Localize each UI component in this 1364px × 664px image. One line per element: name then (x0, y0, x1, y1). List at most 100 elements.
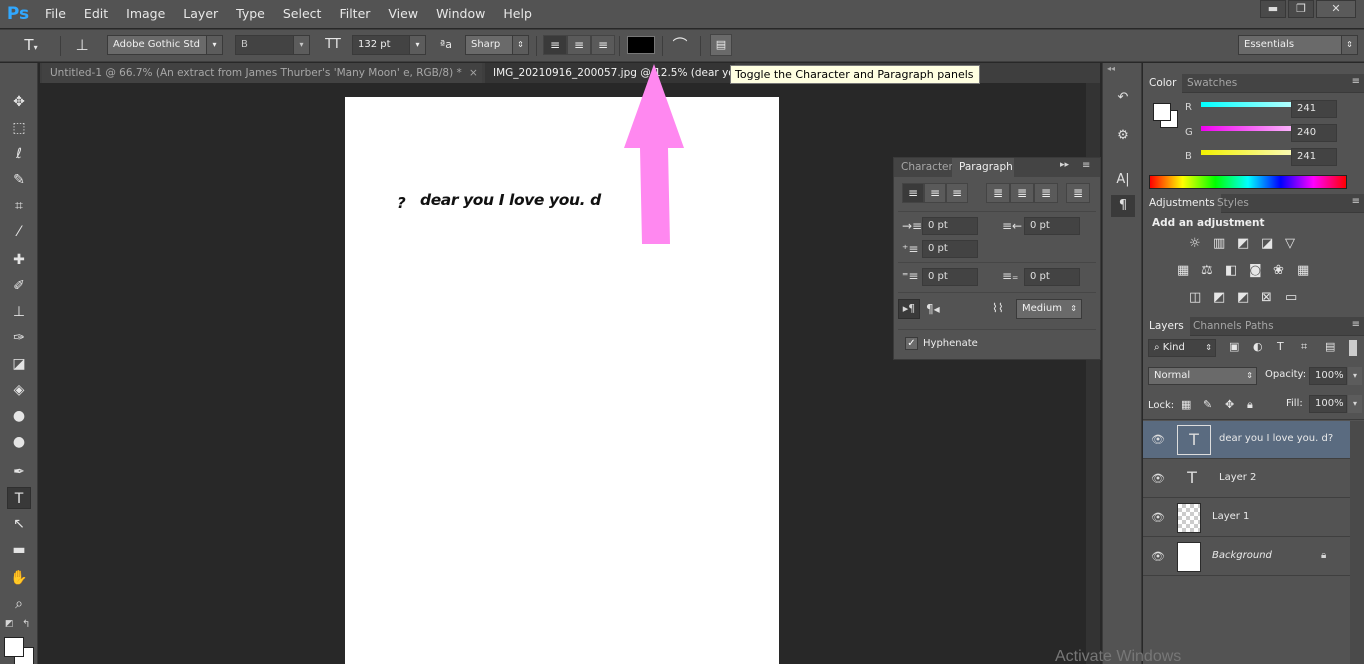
minimize-button[interactable]: ▬ (1260, 0, 1286, 18)
move-tool-icon[interactable]: ✥ (7, 91, 31, 113)
rectangle-tool-icon[interactable]: ▬ (7, 539, 31, 561)
vibrance-icon[interactable]: ▽ (1285, 236, 1295, 251)
space-before-input[interactable]: 0 pt (922, 268, 978, 286)
align-right-button[interactable]: ≡ (591, 35, 615, 55)
color-lookup-icon[interactable]: ▦ (1297, 263, 1309, 278)
zoom-tool-icon[interactable]: ⌕ (7, 593, 31, 615)
fill-input[interactable]: 100% (1309, 395, 1347, 413)
lock-all-icon[interactable]: 🔒︎ (1247, 398, 1253, 412)
tab-untitled-1[interactable]: Untitled-1 @ 66.7% (An extract from Jame… (42, 63, 482, 83)
properties-panel-icon[interactable]: ⚙ (1111, 125, 1135, 147)
menu-select[interactable]: Select (274, 0, 331, 28)
selective-color-icon[interactable]: ⊠ (1261, 290, 1272, 305)
document-text-layer[interactable]: dear you I love you. d (420, 191, 601, 209)
photo-filter-icon[interactable]: ◙ (1249, 263, 1262, 278)
gradient-map-icon[interactable]: ▭ (1285, 290, 1297, 305)
close-tab-icon[interactable]: × (466, 63, 482, 83)
opacity-input[interactable]: 100% (1309, 367, 1347, 385)
font-style-select[interactable]: B ▾ (235, 35, 310, 55)
panel-menu-icon[interactable]: ≡ (1082, 160, 1090, 171)
space-after-input[interactable]: 0 pt (1024, 268, 1080, 286)
eraser-tool-icon[interactable]: ◪ (7, 353, 31, 375)
lock-pixels-icon[interactable]: ✎ (1203, 398, 1212, 411)
close-button[interactable]: ✕ (1316, 0, 1356, 18)
layer-name[interactable]: Layer 1 (1212, 511, 1249, 522)
blend-mode-select[interactable]: Normal ⇕ (1148, 367, 1257, 385)
levels-icon[interactable]: ▥ (1213, 236, 1225, 251)
marquee-tool-icon[interactable]: ⬚ (7, 117, 31, 139)
healing-brush-tool-icon[interactable]: ✚ (7, 249, 31, 271)
menu-image[interactable]: Image (117, 0, 174, 28)
filter-pixel-icon[interactable]: ▣ (1229, 340, 1239, 353)
foreground-color-swatch[interactable] (1153, 103, 1171, 121)
threshold-icon[interactable]: ◩ (1237, 290, 1249, 305)
menu-view[interactable]: View (379, 0, 427, 28)
paragraph-panel-icon[interactable]: ¶ (1111, 195, 1135, 217)
hyphenate-checkbox[interactable]: ✓ (905, 337, 918, 350)
justify-left-button[interactable]: ≣ (986, 183, 1010, 203)
r-input[interactable]: 241 (1291, 100, 1337, 118)
toggle-orientation-icon[interactable]: ⊥ (70, 35, 94, 55)
tab-swatches[interactable]: Swatches (1181, 74, 1243, 93)
lock-position-icon[interactable]: ✥ (1225, 398, 1234, 411)
layer-row[interactable]: 👁︎ T dear you I love you. d? (1143, 421, 1350, 459)
justify-all-button[interactable]: ≣ (1066, 183, 1090, 203)
layer-name[interactable]: Background (1212, 550, 1272, 561)
tab-layers[interactable]: Layers (1143, 317, 1190, 336)
eye-icon[interactable]: 👁︎ (1151, 511, 1165, 524)
chevron-down-icon[interactable]: ▾ (1348, 395, 1362, 413)
tab-paragraph[interactable]: Paragraph (952, 158, 1014, 177)
panel-menu-icon[interactable]: ≡ (1352, 196, 1360, 207)
collapse-icon[interactable]: ◂◂ (1107, 64, 1115, 73)
foreground-color-swatch[interactable] (4, 637, 24, 657)
channel-mixer-icon[interactable]: ❀ (1273, 263, 1284, 278)
font-family-select[interactable]: Adobe Gothic Std ▾ (107, 35, 223, 55)
right-to-left-icon[interactable]: ¶◂ (926, 302, 940, 316)
history-panel-icon[interactable]: ↶ (1111, 87, 1135, 109)
menu-window[interactable]: Window (427, 0, 494, 28)
align-center-button[interactable]: ≡ (567, 35, 591, 55)
eye-icon[interactable]: 👁︎ (1151, 550, 1165, 563)
lasso-tool-icon[interactable]: ℓ (7, 143, 31, 165)
menu-edit[interactable]: Edit (75, 0, 117, 28)
filter-adjustment-icon[interactable]: ◐ (1253, 340, 1263, 353)
clone-stamp-tool-icon[interactable]: ⊥ (7, 301, 31, 323)
indent-left-input[interactable]: 0 pt (922, 217, 978, 235)
exposure-icon[interactable]: ◪ (1261, 236, 1273, 251)
character-panel-icon[interactable]: A| (1111, 169, 1135, 191)
swap-colors-icon[interactable]: ↰ (22, 619, 30, 630)
posterize-icon[interactable]: ◩ (1213, 290, 1225, 305)
tab-character[interactable]: Character (894, 158, 953, 177)
eye-icon[interactable]: 👁︎ (1151, 472, 1165, 485)
quick-select-tool-icon[interactable]: ✎ (7, 169, 31, 191)
eyedropper-tool-icon[interactable]: ⁄ (7, 221, 31, 243)
dodge-tool-icon[interactable]: ● (7, 431, 31, 453)
tab-paths[interactable]: Paths (1239, 317, 1280, 336)
filter-smart-object-icon[interactable]: ▤ (1325, 340, 1335, 353)
hue-saturation-icon[interactable]: ▦ (1177, 263, 1189, 278)
color-spectrum[interactable] (1149, 175, 1347, 189)
history-brush-tool-icon[interactable]: ✑ (7, 327, 31, 349)
justify-right-button[interactable]: ≣ (1034, 183, 1058, 203)
indent-first-line-input[interactable]: 0 pt (922, 240, 978, 258)
layer-row[interactable]: 👁︎ Background 🔒︎ (1143, 538, 1350, 576)
menu-help[interactable]: Help (494, 0, 541, 28)
warp-text-icon[interactable]: ⌒ (669, 35, 691, 55)
panel-menu-icon[interactable]: ≡ (1352, 76, 1360, 87)
toggle-panels-button[interactable]: ▤ (710, 34, 732, 56)
curves-icon[interactable]: ◩ (1237, 236, 1249, 251)
g-input[interactable]: 240 (1291, 124, 1337, 142)
brush-tool-icon[interactable]: ✐ (7, 275, 31, 297)
layer-filter-select[interactable]: ⌕ Kind ⇕ (1148, 339, 1216, 357)
menu-file[interactable]: File (36, 0, 75, 28)
menu-layer[interactable]: Layer (174, 0, 227, 28)
brightness-icon[interactable]: ☼ (1189, 236, 1201, 251)
font-size-select[interactable]: 132 pt ▾ (352, 35, 426, 55)
align-center-button[interactable]: ≡ (924, 183, 946, 203)
b-input[interactable]: 241 (1291, 148, 1337, 166)
eye-icon[interactable]: 👁︎ (1151, 433, 1165, 446)
document-canvas[interactable] (345, 97, 779, 664)
align-right-button[interactable]: ≡ (946, 183, 968, 203)
tab-adjustments[interactable]: Adjustments (1143, 194, 1221, 213)
anti-alias-select[interactable]: Sharp ⇕ (465, 35, 529, 55)
